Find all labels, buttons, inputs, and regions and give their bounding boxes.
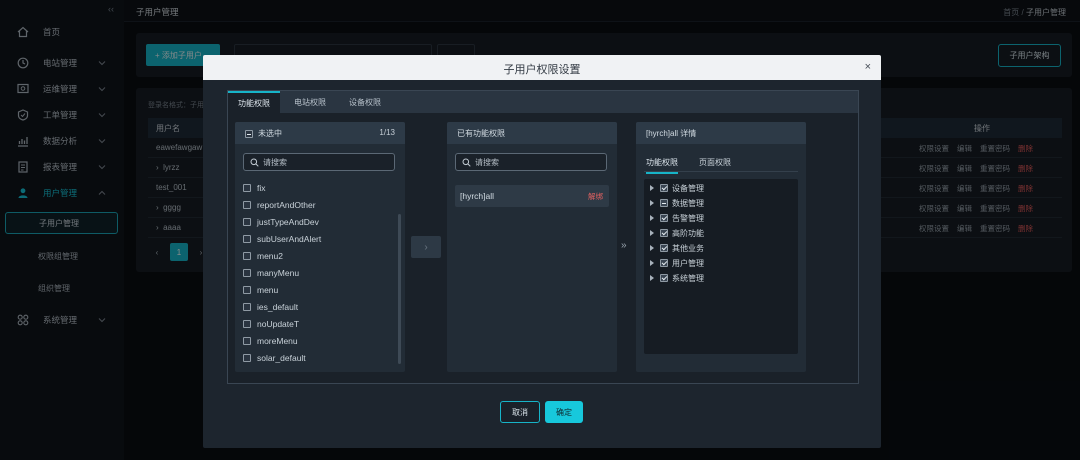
item-checkbox[interactable] bbox=[243, 184, 251, 192]
list-item[interactable]: menu bbox=[243, 282, 278, 298]
tree-checkbox[interactable] bbox=[660, 214, 668, 222]
tree-node[interactable]: 其他业务 bbox=[650, 241, 704, 255]
tab-bar: 功能权限 电站权限 设备权限 bbox=[228, 91, 858, 113]
tree-node[interactable]: 设备管理 bbox=[650, 181, 704, 195]
caret-right-icon[interactable] bbox=[650, 185, 654, 191]
caret-right-icon[interactable] bbox=[650, 230, 654, 236]
unbind-link[interactable]: 解绑 bbox=[588, 191, 603, 202]
detail-panel-title: [hyrch]all 详情 bbox=[646, 129, 697, 138]
selection-count: 1/13 bbox=[379, 128, 395, 137]
cancel-button[interactable]: 取消 bbox=[500, 401, 540, 423]
permission-detail-panel: [hyrch]all 详情 功能权限 页面权限 设备管理 数据管理 告警管理 高… bbox=[636, 122, 806, 372]
tree-checkbox[interactable] bbox=[660, 229, 668, 237]
tab-device-permission[interactable]: 设备权限 bbox=[339, 91, 391, 113]
search-icon bbox=[250, 158, 259, 167]
left-search-box[interactable] bbox=[243, 153, 395, 171]
caret-right-icon[interactable] bbox=[650, 200, 654, 206]
owned-permission-panel: 已有功能权限 [hyrch]all 解绑 bbox=[447, 122, 617, 372]
close-icon[interactable]: × bbox=[865, 61, 871, 73]
caret-right-icon[interactable] bbox=[650, 215, 654, 221]
permission-tree: 设备管理 数据管理 告警管理 高阶功能 其他业务 用户管理 系统管理 bbox=[644, 179, 798, 354]
selected-permission-row[interactable]: [hyrch]all 解绑 bbox=[455, 185, 609, 207]
owned-panel-title: 已有功能权限 bbox=[457, 129, 505, 138]
left-search-input[interactable] bbox=[263, 157, 383, 167]
owned-panel-header: 已有功能权限 bbox=[447, 122, 617, 144]
middle-search-input[interactable] bbox=[475, 157, 595, 167]
item-checkbox[interactable] bbox=[243, 337, 251, 345]
tree-checkbox[interactable] bbox=[660, 274, 668, 282]
confirm-button[interactable]: 确定 bbox=[545, 401, 583, 423]
unselected-panel-header: 未选中 1/13 bbox=[235, 122, 405, 144]
item-checkbox[interactable] bbox=[243, 235, 251, 243]
tree-node[interactable]: 用户管理 bbox=[650, 256, 704, 270]
tree-checkbox[interactable] bbox=[660, 184, 668, 192]
detail-panel-header: [hyrch]all 详情 bbox=[636, 122, 806, 144]
tree-checkbox[interactable] bbox=[660, 259, 668, 267]
item-checkbox[interactable] bbox=[243, 354, 251, 362]
list-item[interactable]: menu2 bbox=[243, 248, 283, 264]
item-checkbox[interactable] bbox=[243, 201, 251, 209]
tree-node[interactable]: 系统管理 bbox=[650, 271, 704, 285]
list-item[interactable]: moreMenu bbox=[243, 333, 298, 349]
item-checkbox[interactable] bbox=[243, 303, 251, 311]
item-checkbox[interactable] bbox=[243, 286, 251, 294]
tree-checkbox[interactable] bbox=[660, 244, 668, 252]
tree-node[interactable]: 数据管理 bbox=[650, 196, 704, 210]
item-checkbox[interactable] bbox=[243, 218, 251, 226]
caret-right-icon[interactable] bbox=[650, 260, 654, 266]
middle-search-box[interactable] bbox=[455, 153, 607, 171]
list-scrollbar[interactable] bbox=[398, 214, 401, 364]
dialog-header: 子用户权限设置 × bbox=[203, 55, 881, 80]
list-item[interactable]: solar_default bbox=[243, 350, 306, 366]
tab-station-permission[interactable]: 电站权限 bbox=[284, 91, 336, 113]
list-item[interactable]: noUpdateT bbox=[243, 316, 299, 332]
caret-right-icon[interactable] bbox=[650, 275, 654, 281]
search-icon bbox=[462, 158, 471, 167]
permission-name: [hyrch]all bbox=[460, 191, 495, 201]
unselected-panel: 未选中 1/13 fix reportAndOther justTypeAndD… bbox=[235, 122, 405, 372]
list-item[interactable]: fix bbox=[243, 180, 266, 196]
unselected-title: 未选中 bbox=[245, 128, 282, 139]
detail-tab-page[interactable]: 页面权限 bbox=[699, 157, 731, 172]
list-item[interactable]: justTypeAndDev bbox=[243, 214, 319, 230]
list-item[interactable]: ies_default bbox=[243, 299, 298, 315]
dialog-title: 子用户权限设置 bbox=[503, 64, 581, 76]
list-item[interactable]: reportAndOther bbox=[243, 197, 316, 213]
tree-node[interactable]: 高阶功能 bbox=[650, 226, 704, 240]
tab-function-permission[interactable]: 功能权限 bbox=[228, 91, 280, 113]
list-item[interactable]: manyMenu bbox=[243, 265, 299, 281]
tree-checkbox[interactable] bbox=[660, 199, 668, 207]
select-all-checkbox[interactable] bbox=[245, 129, 253, 138]
caret-right-icon[interactable] bbox=[650, 245, 654, 251]
double-chevron-right-icon: » bbox=[621, 240, 627, 251]
item-checkbox[interactable] bbox=[243, 320, 251, 328]
permission-settings-dialog: 子用户权限设置 × 功能权限 电站权限 设备权限 未选中 1/13 fix re… bbox=[203, 55, 881, 448]
list-item[interactable]: subUserAndAlert bbox=[243, 231, 321, 247]
item-checkbox[interactable] bbox=[243, 269, 251, 277]
tree-node[interactable]: 告警管理 bbox=[650, 211, 704, 225]
detail-tab-divider bbox=[644, 171, 798, 172]
transfer-right-button[interactable]: › bbox=[411, 236, 441, 258]
item-checkbox[interactable] bbox=[243, 252, 251, 260]
